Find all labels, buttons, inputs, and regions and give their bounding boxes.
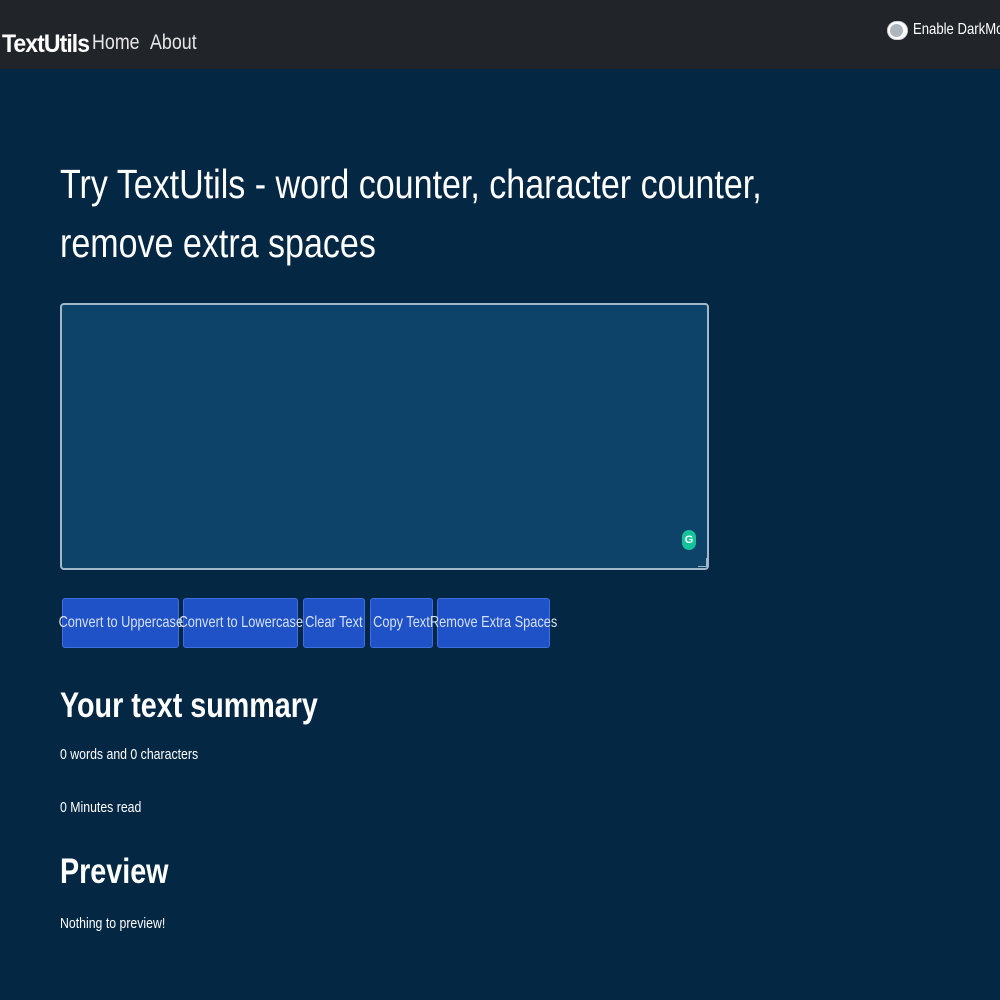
dark-mode-label[interactable]: Enable DarkMode [913, 21, 1000, 39]
toggle-knob [890, 24, 903, 37]
copy-text-button[interactable]: Copy Text [370, 598, 433, 648]
clear-text-label: Clear Text [305, 614, 363, 631]
clear-text-button[interactable]: Clear Text [303, 598, 365, 648]
grammarly-icon[interactable]: G [682, 530, 696, 550]
text-area[interactable] [62, 305, 707, 568]
toggle-switch-icon[interactable] [887, 21, 908, 40]
preview-text: Nothing to preview! [60, 915, 166, 932]
convert-uppercase-button[interactable]: Convert to Uppercase [58, 598, 183, 648]
convert-lowercase-button[interactable]: Convert to Lowercase [178, 598, 303, 648]
minutes-read: 0 Minutes read [60, 799, 142, 816]
summary-title: Your text summary [60, 686, 318, 725]
convert-lowercase-label: Convert to Lowercase [178, 614, 303, 631]
convert-uppercase-label: Convert to Uppercase [58, 614, 183, 631]
dark-mode-toggle[interactable]: Enable DarkMode [887, 19, 1000, 43]
page-title: Try TextUtils - word counter, character … [60, 161, 762, 266]
brand-logo-link[interactable]: TextUtils [2, 30, 90, 59]
nav-about-link[interactable]: About [150, 31, 197, 55]
word-char-count: 0 words and 0 characters [60, 746, 199, 763]
remove-extra-spaces-label: Remove Extra Spaces [429, 614, 558, 631]
remove-extra-spaces-button[interactable]: Remove Extra Spaces [430, 598, 557, 648]
resize-handle-icon[interactable] [698, 558, 707, 567]
copy-text-label: Copy Text [373, 614, 430, 631]
nav-home-link[interactable]: Home [92, 31, 140, 55]
text-input-box[interactable] [60, 303, 709, 570]
preview-title: Preview [60, 852, 169, 891]
navbar: TextUtils Home About Enable DarkMode [0, 0, 1000, 69]
